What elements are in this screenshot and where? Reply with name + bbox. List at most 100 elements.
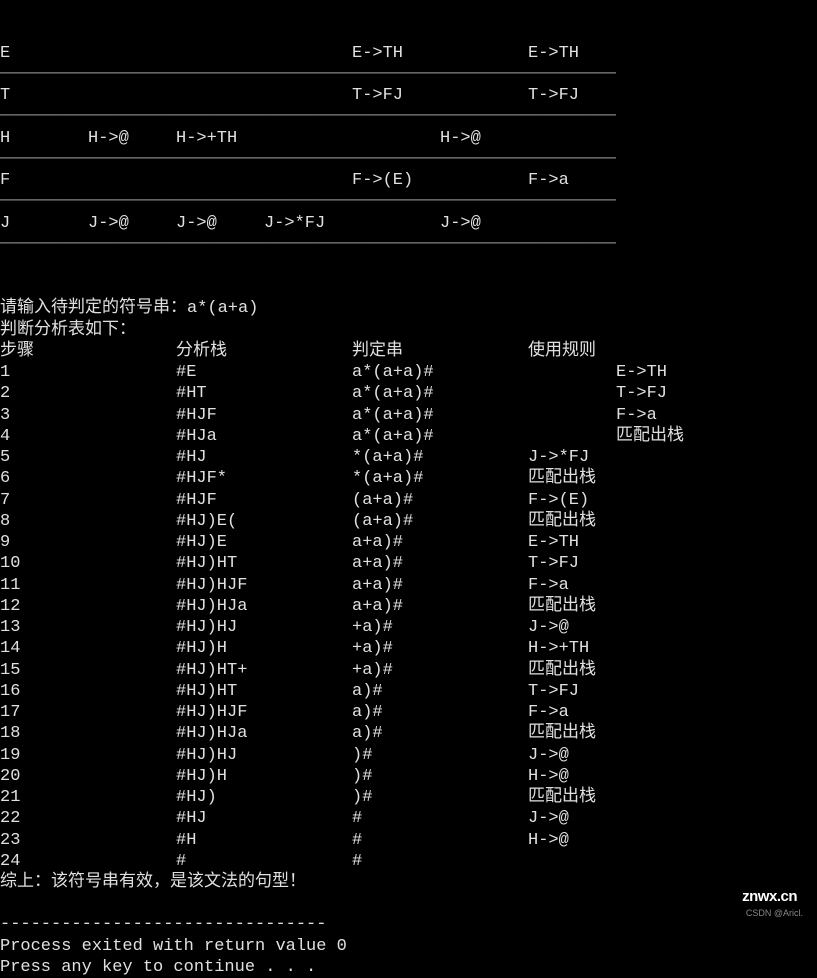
table-row: 15#HJ)HT++a)#匹配出栈 [0, 660, 817, 681]
cell-step: 16 [0, 681, 176, 702]
grammar-cell [176, 43, 264, 64]
cell-input: # [352, 808, 528, 829]
cell-rule: T->FJ [528, 681, 748, 702]
grammar-row: HH->@H->+THH->@ [0, 128, 817, 149]
cell-stack: #HJ)H [176, 766, 352, 787]
cell-rule: F->(E) [528, 490, 748, 511]
cell-rule: 匹配出栈 [528, 426, 748, 447]
cell-input: a*(a+a)# [352, 362, 528, 383]
grammar-divider: ────────────────────────────────────────… [0, 149, 616, 170]
cell-input: +a)# [352, 638, 528, 659]
cell-step: 4 [0, 426, 176, 447]
cell-input: +a)# [352, 660, 528, 681]
cell-stack: #HJ) [176, 787, 352, 808]
cell-rule: F->a [528, 405, 748, 426]
cell-input: (a+a)# [352, 490, 528, 511]
cell-stack: #HJ)HJF [176, 702, 352, 723]
cell-stack: #HJ)HJ [176, 745, 352, 766]
table-row: 4#HJaa*(a+a)#匹配出栈 [0, 426, 817, 447]
cell-step: 21 [0, 787, 176, 808]
cell-input: a*(a+a)# [352, 426, 528, 447]
cell-step: 1 [0, 362, 176, 383]
grammar-cell: F [0, 170, 88, 191]
cell-stack: #HJ)HJ [176, 617, 352, 638]
cell-input: a*(a+a)# [352, 383, 528, 404]
table-row: 13#HJ)HJ+a)#J->@ [0, 617, 817, 638]
table-row: 20#HJ)H)#H->@ [0, 766, 817, 787]
cell-step: 12 [0, 596, 176, 617]
cell-step: 11 [0, 575, 176, 596]
cell-stack: #H [176, 830, 352, 851]
cell-input: # [352, 830, 528, 851]
table-row: 10#HJ)HTa+a)#T->FJ [0, 553, 817, 574]
cell-step: 19 [0, 745, 176, 766]
watermark-author: CSDN @Aricl. [746, 908, 803, 919]
cell-step: 8 [0, 511, 176, 532]
table-row: 16#HJ)HTa)#T->FJ [0, 681, 817, 702]
grammar-cell [88, 85, 176, 106]
grammar-cell: T [0, 85, 88, 106]
grammar-cell [352, 213, 440, 234]
grammar-cell: H->@ [440, 128, 528, 149]
cell-stack: #HJF [176, 490, 352, 511]
grammar-divider: ────────────────────────────────────────… [0, 106, 616, 127]
parse-table-header: 步骤 分析栈 判定串 使用规则 [0, 341, 817, 362]
table-row: 24## [0, 851, 817, 872]
grammar-divider: ────────────────────────────────────────… [0, 64, 616, 85]
cell-stack: #HJ)HJa [176, 596, 352, 617]
table-row: 14#HJ)H+a)#H->+TH [0, 638, 817, 659]
exit-message: Process exited with return value 0 [0, 936, 817, 957]
cell-rule: 匹配出栈 [528, 468, 748, 489]
cell-stack: #HJ [176, 447, 352, 468]
grammar-cell [88, 43, 176, 64]
cell-step: 14 [0, 638, 176, 659]
table-row: 17#HJ)HJFa)#F->a [0, 702, 817, 723]
continue-message: Press any key to continue . . . [0, 957, 817, 978]
grammar-cell: J->@ [440, 213, 528, 234]
grammar-cell: F->(E) [352, 170, 440, 191]
table-row: 18#HJ)HJaa)#匹配出栈 [0, 723, 817, 744]
table-row: 22#HJ#J->@ [0, 808, 817, 829]
grammar-cell: E->TH [352, 43, 440, 64]
cell-rule: E->TH [528, 362, 748, 383]
cell-rule [528, 851, 748, 872]
cell-step: 13 [0, 617, 176, 638]
cell-step: 22 [0, 808, 176, 829]
cell-step: 24 [0, 851, 176, 872]
cell-rule: J->@ [528, 745, 748, 766]
grammar-cell [352, 128, 440, 149]
cell-step: 6 [0, 468, 176, 489]
grammar-cell [264, 43, 352, 64]
cell-step: 5 [0, 447, 176, 468]
cell-stack: #HJ)HT+ [176, 660, 352, 681]
grammar-cell [440, 85, 528, 106]
grammar-cell: J->@ [88, 213, 176, 234]
grammar-row: JJ->@J->@J->*FJJ->@ [0, 213, 817, 234]
cell-input: a+a)# [352, 532, 528, 553]
header-input: 判定串 [352, 341, 528, 362]
cell-rule: J->@ [528, 808, 748, 829]
cell-input: # [352, 851, 528, 872]
cell-rule: J->*FJ [528, 447, 748, 468]
table-row: 2#HTa*(a+a)#T->FJ [0, 383, 817, 404]
cell-input: a)# [352, 681, 528, 702]
cell-rule: H->@ [528, 830, 748, 851]
cell-input: (a+a)# [352, 511, 528, 532]
cell-rule: T->FJ [528, 553, 748, 574]
cell-step: 20 [0, 766, 176, 787]
table-row: 5#HJ*(a+a)#J->*FJ [0, 447, 817, 468]
cell-stack: #E [176, 362, 352, 383]
cell-rule: F->a [528, 575, 748, 596]
grammar-row: FF->(E)F->a [0, 170, 817, 191]
header-rule: 使用规则 [528, 341, 748, 362]
cell-stack: #HJa [176, 426, 352, 447]
cell-stack: #HT [176, 383, 352, 404]
cell-stack: #HJ [176, 808, 352, 829]
header-stack: 分析栈 [176, 341, 352, 362]
table-row: 23#H#H->@ [0, 830, 817, 851]
cell-stack: #HJ)H [176, 638, 352, 659]
cell-step: 17 [0, 702, 176, 723]
grammar-table: EE->THE->TH─────────────────────────────… [0, 0, 817, 276]
cell-stack: #HJ)E [176, 532, 352, 553]
cell-stack: #HJ)HJF [176, 575, 352, 596]
